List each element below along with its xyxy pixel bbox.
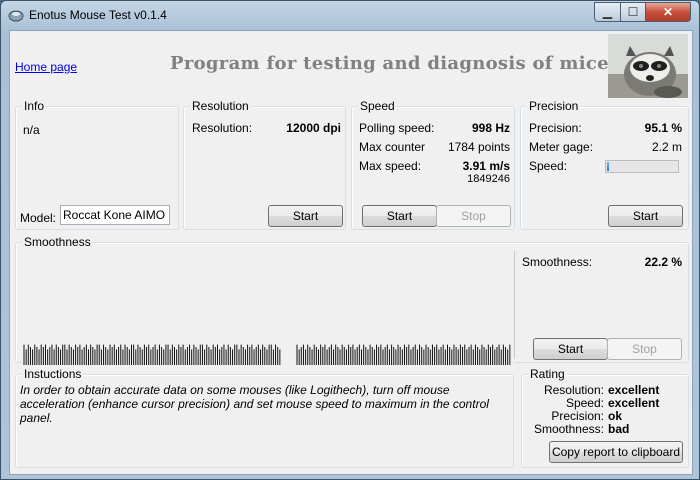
info-value: n/a: [23, 123, 40, 137]
instructions-text: In order to obtain accurate data on some…: [20, 383, 489, 425]
rating-precision-value: ok: [608, 409, 623, 423]
speed-stop-button[interactable]: Stop: [436, 205, 511, 227]
precision-start-button[interactable]: Start: [608, 205, 683, 227]
maximize-icon: ☐: [627, 5, 639, 19]
rating-speed-label: Speed:: [565, 396, 604, 410]
smoothness-divider: [514, 251, 515, 359]
raccoon-logo: [608, 34, 688, 98]
max-speed-label: Max speed:: [359, 159, 422, 173]
precision-value: 95.1 %: [644, 121, 682, 135]
rating-speed-value: excellent: [608, 396, 660, 410]
info-group-title: Info: [22, 99, 47, 113]
rating-resolution-label: Resolution:: [543, 383, 604, 397]
max-counter-value: 1784 points: [447, 140, 510, 154]
minimize-button[interactable]: ▁: [594, 2, 621, 22]
smoothness-start-button[interactable]: Start: [533, 338, 608, 360]
rating-group: Rating Resolution: excellent Speed: exce…: [521, 367, 689, 468]
model-label: Model:: [20, 211, 57, 225]
resolution-group: Resolution Resolution: 12000 dpi Start: [183, 99, 346, 230]
client-area: Home page Program for testing and diagno…: [9, 30, 693, 475]
max-speed-counts: 1849246: [467, 173, 510, 185]
smoothness-graph: [22, 251, 514, 368]
precision-group: Precision Precision: 95.1 % Meter gage: …: [520, 99, 689, 230]
maximize-button[interactable]: ☐: [621, 2, 646, 22]
app-icon: [8, 10, 24, 22]
meter-gage-value: 2.2 m: [651, 140, 682, 154]
smoothness-stop-button[interactable]: Stop: [607, 338, 682, 360]
speed-group: Speed Polling speed: 998 Hz Max counter …: [351, 99, 515, 230]
rating-smoothness-value: bad: [608, 422, 630, 436]
close-icon: ✕: [662, 5, 674, 19]
home-page-link[interactable]: Home page: [15, 60, 77, 74]
smoothness-group-title: Smoothness: [22, 235, 93, 249]
rating-precision-label: Precision:: [551, 409, 604, 423]
max-speed-value: 3.91 m/s: [462, 159, 510, 173]
info-group: Info n/a Model:: [15, 99, 179, 230]
max-counter-label: Max counter: [359, 140, 426, 154]
smoothness-value: 22.2 %: [644, 255, 682, 269]
model-field[interactable]: [60, 205, 170, 225]
precision-speed-label: Speed:: [529, 159, 568, 173]
speed-progress-bar: [605, 160, 679, 173]
rating-group-title: Rating: [528, 367, 567, 381]
resolution-label: Resolution:: [192, 121, 253, 135]
copy-report-button[interactable]: Copy report to clipboard: [549, 441, 683, 463]
page-heading: Program for testing and diagnosis of mic…: [170, 53, 609, 74]
speed-progress-fill: [607, 162, 609, 171]
close-button[interactable]: ✕: [646, 2, 691, 22]
precision-group-title: Precision: [527, 99, 581, 113]
caption-buttons: ▁ ☐ ✕: [594, 2, 691, 22]
resolution-start-button[interactable]: Start: [268, 205, 343, 227]
precision-label: Precision:: [529, 121, 582, 135]
speed-start-button[interactable]: Start: [362, 205, 437, 227]
polling-speed-label: Polling speed:: [359, 121, 435, 135]
smoothness-group: Smoothness Smoothness: 22.2 % Start Stop: [15, 235, 689, 368]
minimize-icon: ▁: [602, 5, 613, 19]
meter-gage-label: Meter gage:: [529, 140, 594, 154]
rating-resolution-value: excellent: [608, 383, 660, 397]
app-window: Enotus Mouse Test v0.1.4 ▁ ☐ ✕ Home page…: [0, 0, 700, 480]
resolution-value: 12000 dpi: [286, 121, 341, 135]
polling-speed-value: 998 Hz: [471, 121, 510, 135]
window-title: Enotus Mouse Test v0.1.4: [29, 8, 167, 22]
resolution-group-title: Resolution: [190, 99, 251, 113]
title-bar[interactable]: Enotus Mouse Test v0.1.4 ▁ ☐ ✕: [1, 1, 699, 29]
smoothness-label: Smoothness:: [522, 255, 593, 269]
rating-smoothness-label: Smoothness:: [533, 422, 604, 436]
instructions-group-title: Instuctions: [22, 367, 84, 381]
instructions-group: Instuctions In order to obtain accurate …: [15, 367, 514, 468]
speed-group-title: Speed: [358, 99, 397, 113]
